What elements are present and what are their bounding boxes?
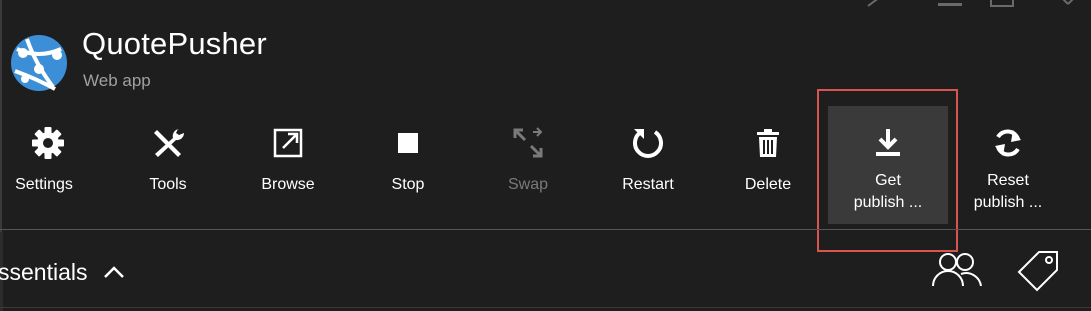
- reset-publish-label: Reset publish ...: [973, 172, 1043, 211]
- external-link-icon: [271, 126, 305, 160]
- app-subtitle: Web app: [83, 71, 151, 90]
- stop-button[interactable]: Stop: [348, 118, 468, 228]
- web-app-globe-icon: [9, 31, 73, 95]
- reset-publish-profile-button[interactable]: Reset publish ...: [948, 118, 1068, 228]
- delete-label: Delete: [744, 176, 792, 193]
- toolbar-divider: [0, 229, 1091, 230]
- swap-button[interactable]: Swap: [468, 118, 588, 228]
- restart-label: Restart: [622, 176, 674, 193]
- download-icon: [871, 126, 905, 160]
- bottom-divider: [0, 307, 1091, 308]
- swap-label: Swap: [507, 176, 549, 193]
- pin-icon[interactable]: [866, 0, 888, 8]
- maximize-icon[interactable]: [990, 0, 1014, 8]
- tools-label: Tools: [149, 176, 187, 193]
- restart-icon: [631, 126, 665, 160]
- stop-icon: [391, 126, 425, 160]
- delete-button[interactable]: Delete: [708, 118, 828, 228]
- browse-button[interactable]: Browse: [228, 118, 348, 228]
- browse-label: Browse: [261, 176, 315, 193]
- minimize-icon[interactable]: [938, 0, 962, 8]
- close-icon[interactable]: [1056, 0, 1078, 8]
- settings-label: Settings: [15, 176, 73, 193]
- tag-icon[interactable]: [1015, 248, 1061, 294]
- users-icon[interactable]: [931, 250, 985, 290]
- wrench-screwdriver-icon: [151, 126, 185, 160]
- command-toolbar: Settings Tools Browse Stop Swap Restart …: [0, 106, 1091, 228]
- get-publish-profile-button[interactable]: Get publish ...: [828, 106, 948, 224]
- gear-icon: [31, 126, 65, 160]
- chevron-up-icon: [103, 261, 125, 283]
- restart-button[interactable]: Restart: [588, 118, 708, 228]
- stop-label: Stop: [391, 176, 425, 193]
- get-publish-label: Get publish ...: [853, 172, 923, 211]
- tools-button[interactable]: Tools: [108, 118, 228, 228]
- settings-button[interactable]: Settings: [0, 118, 108, 228]
- essentials-label: ssentials: [0, 258, 88, 285]
- essentials-toggle[interactable]: ssentials: [0, 256, 125, 288]
- trash-icon: [751, 126, 785, 160]
- swap-icon: [511, 126, 545, 160]
- refresh-icon: [991, 126, 1025, 160]
- app-title: QuotePusher: [82, 26, 267, 61]
